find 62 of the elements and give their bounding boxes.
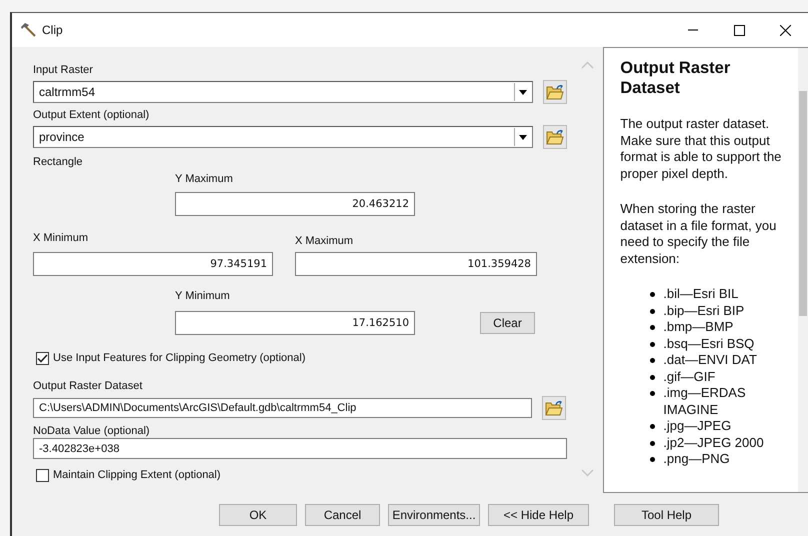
field-label: NoData Value (optional) <box>33 424 151 438</box>
close-icon <box>780 24 790 36</box>
field-label: Output Raster Dataset <box>33 379 144 393</box>
field-label: Y Maximum <box>175 172 234 186</box>
clear-button[interactable]: Clear <box>480 312 535 334</box>
dropdown-field[interactable]: province <box>33 126 533 148</box>
bullet-icon <box>650 457 656 462</box>
number-field[interactable]: 101.359428 <box>295 252 537 276</box>
list-item-text: .jp2—JPEG 2000 <box>663 434 764 451</box>
help-title: Output Raster Dataset <box>620 58 732 98</box>
folder-icon <box>546 130 564 144</box>
list-item-text: .dat—ENVI DAT <box>663 352 757 368</box>
section-label: Rectangle <box>33 155 84 169</box>
bullet-icon <box>650 308 656 314</box>
list-item-text: .bip—Esri BIP <box>663 302 744 319</box>
browse-button[interactable] <box>543 125 567 149</box>
field-label: Y Minimum <box>175 289 231 303</box>
window-title: Clip <box>42 23 64 37</box>
checkbox-label: Maintain Clipping Extent (optional) <box>53 468 221 482</box>
help-paragraph: When storing the raster dataset in a file format, you need to specify the file extension: <box>620 201 778 267</box>
caret-icon <box>519 134 527 140</box>
dialog-button[interactable]: Tool Help <box>614 504 719 526</box>
bullet-icon <box>650 358 656 363</box>
list-item-text: .bmp—BMP <box>663 319 734 336</box>
text-field[interactable]: -3.402823e+038 <box>33 438 567 459</box>
list-item-text: .img—ERDAS IMAGINE <box>663 385 747 418</box>
checkbox[interactable] <box>36 468 49 482</box>
hammer-icon <box>20 22 36 38</box>
browse-button[interactable] <box>542 396 566 420</box>
list-item-text: .gif—GIF <box>663 368 716 385</box>
checkbox[interactable] <box>36 352 49 364</box>
bullet-icon <box>650 292 656 297</box>
bullet-icon <box>650 424 656 429</box>
dialog-button[interactable]: Cancel <box>305 504 380 526</box>
dialog-button[interactable]: << Hide Help <box>488 504 589 526</box>
field-label: X Maximum <box>295 234 354 248</box>
folder-icon <box>546 84 564 100</box>
field-label: Output Extent (optional) <box>33 108 150 122</box>
checkbox-label: Use Input Features for Clipping Geometry (optional) <box>53 351 306 365</box>
field-label: X Minimum <box>33 231 90 245</box>
bullet-icon <box>650 374 656 380</box>
help-paragraph: The output raster dataset. Make sure that this output format is able to support the proper pixel depth. <box>620 116 782 182</box>
number-field[interactable]: 17.162510 <box>175 311 415 335</box>
number-field[interactable]: 97.345191 <box>33 252 273 276</box>
list-item-text: .png—PNG <box>663 451 730 468</box>
text-field[interactable]: C:\Users\ADMIN\Documents\ArcGIS\Default.gdb\caltrmm54_Clip <box>33 398 532 418</box>
field-label: Input Raster <box>33 63 94 77</box>
number-field[interactable]: 20.463212 <box>175 192 415 216</box>
bullet-icon <box>650 325 656 330</box>
folder-icon <box>545 400 563 416</box>
bullet-icon <box>650 391 656 396</box>
dialog-button[interactable]: OK <box>219 504 297 526</box>
list-item-text: .bil—Esri BIL <box>663 286 738 302</box>
maximize-icon <box>734 24 744 36</box>
bullet-icon <box>650 342 656 346</box>
list-item-text: .jpg—JPEG <box>663 418 732 434</box>
browse-button[interactable] <box>543 80 567 104</box>
caret-icon <box>519 90 527 94</box>
dropdown-field[interactable]: caltrmm54 <box>33 81 533 103</box>
list-item-text: .bsq—Esri BSQ <box>663 336 754 352</box>
dialog-button[interactable]: Environments... <box>388 504 480 526</box>
bullet-icon <box>650 440 656 446</box>
